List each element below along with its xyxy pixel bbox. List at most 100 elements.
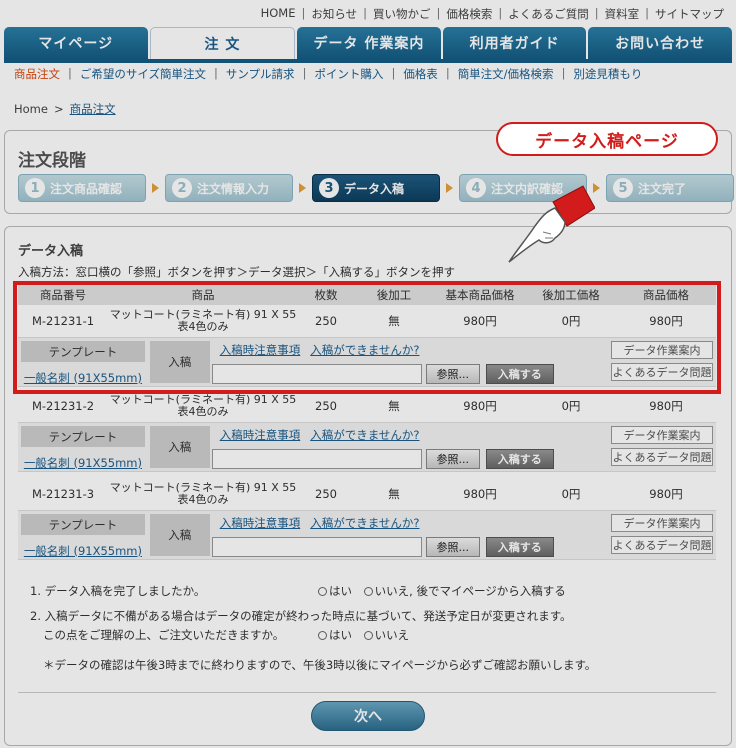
data-guide-button[interactable]: データ作業案内 bbox=[611, 514, 713, 532]
breadcrumb-home[interactable]: Home bbox=[14, 102, 48, 116]
browse-button[interactable]: 参照... bbox=[425, 449, 480, 469]
divider: | bbox=[594, 6, 599, 20]
template-label: テンプレート bbox=[21, 514, 145, 535]
util-link-home[interactable]: HOME bbox=[261, 6, 296, 22]
tab-data-guide[interactable]: データ 作業案内 bbox=[297, 27, 441, 59]
col-header-price: 商品価格 bbox=[643, 288, 689, 302]
subnav-sample[interactable]: サンプル請求 bbox=[226, 66, 295, 82]
divider: | bbox=[68, 66, 72, 80]
upload-submit-button[interactable]: 入稿する bbox=[485, 364, 554, 384]
utility-nav: HOME | お知らせ | 買い物かご | 価格検索 | よくあるご質問 | 資料室 | サ… bbox=[261, 6, 724, 22]
upload-controls: 入稿時注意事項 入稿ができませんか? 参照... 入稿する bbox=[211, 511, 596, 559]
col-header-product: 商品 bbox=[191, 288, 215, 302]
table-row: M-21231-3 マットコート(ラミネート有) 91 X 55 表4色のみ 25… bbox=[18, 478, 716, 510]
file-path-input[interactable] bbox=[211, 537, 422, 557]
radio-q1-yes[interactable] bbox=[318, 587, 327, 596]
upload-submit-button[interactable]: 入稿する bbox=[485, 449, 554, 469]
subnav-product-order[interactable]: 商品注文 bbox=[14, 66, 60, 82]
step-label: 注文商品確認 bbox=[50, 181, 123, 196]
util-link-price-search[interactable]: 価格検索 bbox=[446, 6, 492, 22]
upload-links: 入稿時注意事項 入稿ができませんか? bbox=[220, 515, 588, 531]
question-1: 1. データ入稿を完了しましたか。 bbox=[30, 583, 205, 599]
breadcrumb-arrow: > bbox=[53, 102, 64, 116]
util-link-cart[interactable]: 買い物かご bbox=[373, 6, 431, 22]
upload-help-link[interactable]: 入稿ができませんか? bbox=[310, 428, 419, 442]
subnav-estimate[interactable]: 別途見積もり bbox=[573, 66, 642, 82]
upload-row: テンプレート 一般名刺 (91X55mm) 入稿 入稿時注意事項 入稿ができませんか… bbox=[18, 337, 716, 387]
util-link-sitemap[interactable]: サイトマップ bbox=[655, 6, 724, 22]
upload-row: テンプレート一般名刺 (91X55mm) 入稿 入稿時注意事項 入稿ができませんか… bbox=[18, 510, 716, 560]
upload-notes-link[interactable]: 入稿時注意事項 bbox=[220, 516, 301, 530]
question-2-confirm: この点をご理解の上、ご注文いただきますか。 bbox=[43, 628, 285, 642]
table-row: M-21231-1 マットコート(ラミネート有) 91 X 55 表4色のみ 25… bbox=[18, 305, 716, 337]
col-header-qty: 枚数 bbox=[314, 288, 338, 302]
upload-notes-link[interactable]: 入稿時注意事項 bbox=[220, 428, 301, 442]
next-button[interactable]: 次へ bbox=[311, 701, 425, 731]
template-cell: テンプレート一般名刺 (91X55mm) bbox=[18, 338, 148, 386]
data-faq-button[interactable]: よくあるデータ問題 bbox=[611, 448, 713, 466]
subnav-easy-order[interactable]: 簡単注文/価格検索 bbox=[458, 66, 554, 82]
cell-base-price: 980円 bbox=[463, 487, 497, 501]
template-link[interactable]: 一般名刺 (91X55mm) bbox=[18, 543, 148, 559]
upload-help-link[interactable]: 入稿ができませんか? bbox=[310, 516, 419, 530]
browse-button[interactable]: 参照... bbox=[425, 364, 480, 384]
upload-label: 入稿 bbox=[149, 426, 210, 468]
cell-product: マットコート(ラミネート有) 91 X 55 表4色のみ bbox=[108, 390, 298, 422]
tab-contact[interactable]: お問い合わせ bbox=[588, 27, 732, 59]
col-header-post: 後加工 bbox=[376, 288, 412, 302]
question-1-text: 1. データ入稿を完了しましたか。 bbox=[30, 584, 206, 598]
template-label: テンプレート bbox=[21, 341, 145, 362]
radio-q1-yes-label: はい bbox=[329, 584, 352, 598]
tab-user-guide[interactable]: 利用者ガイド bbox=[442, 27, 587, 59]
steps-title: 注文段階 bbox=[18, 151, 86, 171]
breadcrumb-current[interactable]: 商品注文 bbox=[70, 102, 116, 116]
template-cell: テンプレート一般名刺 (91X55mm) bbox=[18, 423, 148, 471]
radio-q2-no[interactable] bbox=[363, 631, 373, 640]
divider: | bbox=[561, 66, 566, 80]
subnav-points[interactable]: ポイント購入 bbox=[314, 66, 383, 82]
upload-links: 入稿時注意事項 入稿ができませんか? bbox=[220, 427, 588, 443]
upload-submit-button[interactable]: 入稿する bbox=[485, 537, 554, 557]
cell-post: 無 bbox=[388, 399, 400, 413]
tab-mypage[interactable]: マイページ bbox=[4, 27, 148, 59]
radio-q1-no-label: いいえ, 後でマイページから入稿する bbox=[374, 584, 566, 598]
main-tabs: マイページ 注 文 データ 作業案内 利用者ガイド お問い合わせ bbox=[4, 27, 732, 59]
divider: | bbox=[645, 6, 649, 20]
radio-q2-yes[interactable] bbox=[318, 631, 327, 640]
subnav-price-table[interactable]: 価格表 bbox=[403, 66, 438, 82]
table-header: 商品番号 商品 枚数 後加工 基本商品価格 後加工価格 商品価格 bbox=[18, 285, 716, 305]
question-2: 2. 入稿データに不備がある場合はデータの確定が終わった時点に基づいて、発送予定… bbox=[30, 609, 572, 623]
upload-notes-link[interactable]: 入稿時注意事項 bbox=[220, 343, 301, 357]
help-buttons: データ作業案内 よくあるデータ問題 bbox=[596, 511, 716, 559]
data-guide-button[interactable]: データ作業案内 bbox=[611, 341, 713, 359]
browse-button[interactable]: 参照... bbox=[425, 537, 480, 557]
subnav-size-order[interactable]: ご希望のサイズ簡単注文 bbox=[80, 66, 206, 82]
confirmation-note: ＊データの確認は午後3時までに終わりますので、午後3時以後にマイページから必ずご… bbox=[43, 658, 597, 672]
breadcrumb: Home > 商品注文 bbox=[14, 101, 116, 117]
step-label: 注文情報入力 bbox=[197, 181, 270, 196]
file-path-input[interactable] bbox=[211, 449, 422, 469]
util-link-news[interactable]: お知らせ bbox=[311, 6, 357, 22]
data-faq-button[interactable]: よくあるデータ問題 bbox=[611, 536, 713, 554]
data-faq-button[interactable]: よくあるデータ問題 bbox=[611, 363, 713, 381]
col-header-code: 商品番号 bbox=[40, 288, 86, 302]
tab-order[interactable]: 注 文 bbox=[149, 27, 296, 59]
util-link-faq[interactable]: よくあるご質問 bbox=[508, 6, 589, 22]
divider bbox=[18, 692, 716, 693]
upload-label: 入稿 bbox=[149, 514, 210, 556]
radio-q1-no[interactable] bbox=[363, 587, 373, 596]
help-buttons: データ作業案内 よくあるデータ問題 bbox=[596, 338, 716, 386]
cell-base-price: 980円 bbox=[463, 399, 497, 413]
radio-q2-yes-label: はい bbox=[329, 628, 352, 642]
divider: | bbox=[436, 6, 441, 20]
template-link[interactable]: 一般名刺 (91X55mm) bbox=[18, 370, 148, 386]
step-label: データ入稿 bbox=[344, 181, 405, 196]
cell-post: 無 bbox=[388, 487, 400, 501]
file-path-input[interactable] bbox=[211, 364, 422, 384]
sub-nav: 商品注文 | ご希望のサイズ簡単注文 | サンプル請求 | ポイント購入 | 価格表 | … bbox=[14, 66, 642, 82]
template-link[interactable]: 一般名刺 (91X55mm) bbox=[18, 455, 148, 471]
upload-help-link[interactable]: 入稿ができませんか? bbox=[310, 343, 419, 357]
data-guide-button[interactable]: データ作業案内 bbox=[611, 426, 713, 444]
util-link-materials[interactable]: 資料室 bbox=[605, 6, 640, 22]
template-label: テンプレート bbox=[21, 426, 145, 447]
